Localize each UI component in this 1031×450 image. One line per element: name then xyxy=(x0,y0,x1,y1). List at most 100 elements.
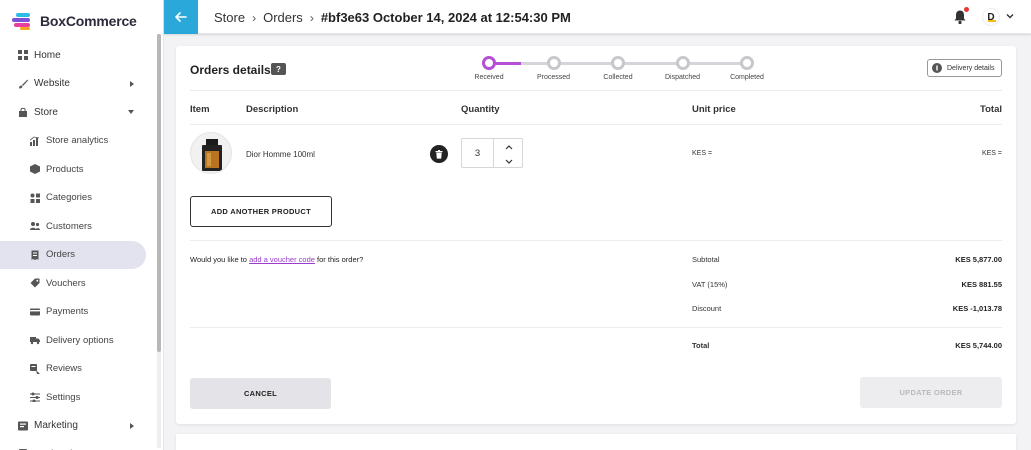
reviews-icon xyxy=(30,363,40,374)
step-completed-dot[interactable] xyxy=(740,56,754,70)
product-name: Dior Homme 100ml xyxy=(246,150,315,159)
delete-product-button[interactable] xyxy=(430,145,448,163)
vat-value: KES 881.55 xyxy=(961,280,1002,289)
sidebar-item-delivery-options[interactable]: Delivery options xyxy=(0,326,158,355)
divider xyxy=(190,327,1002,328)
caret-down-icon[interactable] xyxy=(128,110,134,114)
sidebar-scrollbar[interactable] xyxy=(157,34,161,448)
sidebar-item-orders[interactable]: Orders xyxy=(0,240,146,269)
sidebar-nav: Home Website Store Store analytics Products C… xyxy=(0,41,158,450)
app-root: BoxCommerce Home Website Store Store analyt… xyxy=(0,0,1031,450)
column-header-quantity: Quantity xyxy=(461,104,500,115)
delivery-details-button[interactable]: Delivery details xyxy=(927,59,1002,77)
sidebar-item-marketing[interactable]: Marketing xyxy=(0,412,158,441)
brush-icon xyxy=(18,79,28,89)
sidebar-scrollbar-thumb[interactable] xyxy=(157,34,161,352)
categories-icon xyxy=(30,193,40,203)
sidebar-item-label: Website xyxy=(34,78,70,90)
add-voucher-link[interactable]: add a voucher code xyxy=(249,255,315,264)
sidebar-item-label: Delivery options xyxy=(46,334,114,346)
cancel-button[interactable]: CANCEL xyxy=(190,378,331,409)
total-value: KES 5,744.00 xyxy=(955,341,1002,350)
brand-name: BoxCommerce xyxy=(40,13,137,29)
orders-icon xyxy=(30,250,40,260)
sidebar-item-store[interactable]: Store xyxy=(0,98,158,127)
update-order-button[interactable]: UPDATE ORDER xyxy=(860,377,1002,408)
chevron-down-icon[interactable] xyxy=(1006,12,1014,20)
sidebar-item-label: Products xyxy=(46,163,84,175)
sidebar: BoxCommerce Home Website Store Store analyt… xyxy=(0,0,164,450)
column-header-description: Description xyxy=(246,104,299,115)
sidebar-item-categories[interactable]: Categories xyxy=(0,184,158,213)
sidebar-item-settings[interactable]: Settings xyxy=(0,383,158,412)
sidebar-item-home[interactable]: Home xyxy=(0,41,158,70)
people-icon xyxy=(30,221,40,231)
arrow-left-icon xyxy=(175,12,187,22)
order-status-stepper: Received Processed Collected Dispatched Comp… xyxy=(466,54,764,86)
sidebar-item-label: Categories xyxy=(46,192,92,204)
boxcommerce-logo-icon xyxy=(10,11,36,31)
discount-value: KES -1,013.78 xyxy=(952,304,1002,313)
step-processed-label: Processed xyxy=(536,74,571,81)
chevron-right-icon: › xyxy=(252,10,257,25)
subtotal-value: KES 5,877.00 xyxy=(955,255,1002,264)
breadcrumb-store[interactable]: Store xyxy=(214,10,245,25)
sidebar-item-vouchers[interactable]: Vouchers xyxy=(0,269,158,298)
step-dispatched-label: Dispatched xyxy=(664,74,701,81)
stepper-connector xyxy=(618,62,683,65)
sidebar-item-website[interactable]: Website xyxy=(0,70,158,99)
sidebar-item-label: Payments xyxy=(46,306,89,318)
step-received-dot[interactable] xyxy=(482,56,496,70)
sidebar-item-customers[interactable]: Customers xyxy=(0,212,158,241)
divider xyxy=(190,240,1002,241)
sidebar-item-label: Customers xyxy=(46,220,92,232)
card-icon xyxy=(30,307,40,317)
back-button[interactable] xyxy=(164,0,198,34)
divider xyxy=(190,90,1002,91)
avatar[interactable]: D xyxy=(982,8,1000,26)
sidebar-item-marketplace[interactable]: Marketplace xyxy=(0,440,158,450)
chevron-up-icon xyxy=(505,144,513,149)
sidebar-item-label: Store analytics xyxy=(46,135,109,147)
help-icon[interactable]: ? xyxy=(271,63,286,75)
step-collected-dot[interactable] xyxy=(611,56,625,70)
add-another-product-button[interactable]: ADD ANOTHER PRODUCT xyxy=(190,196,332,227)
vat-label: VAT (15%) xyxy=(692,280,728,289)
avatar-stripe xyxy=(988,20,996,22)
breadcrumb: Store › Orders › #bf3e63 October 14, 202… xyxy=(214,10,571,25)
analytics-icon xyxy=(30,136,40,146)
column-header-item: Item xyxy=(190,104,210,115)
step-processed-dot[interactable] xyxy=(546,56,561,70)
caret-right-icon[interactable] xyxy=(130,80,134,87)
trash-icon xyxy=(435,149,443,159)
sidebar-item-products[interactable]: Products xyxy=(0,155,158,184)
caret-right-icon[interactable] xyxy=(130,422,134,429)
sidebar-item-label: Marketing xyxy=(34,420,78,432)
quantity-stepper xyxy=(461,138,523,168)
sidebar-item-label: Home xyxy=(34,49,61,61)
quantity-input[interactable] xyxy=(462,139,494,167)
divider xyxy=(190,124,1002,125)
sidebar-item-label: Reviews xyxy=(46,363,82,375)
discount-label: Discount xyxy=(692,304,722,313)
secondary-card xyxy=(176,434,1016,450)
card-title: Orders details xyxy=(190,63,271,77)
breadcrumb-orders[interactable]: Orders xyxy=(263,10,303,25)
column-header-total: Total xyxy=(980,104,1002,115)
store-icon xyxy=(18,107,28,118)
sidebar-item-reviews[interactable]: Reviews xyxy=(0,355,158,384)
quantity-increment-button[interactable] xyxy=(499,140,519,154)
sidebar-item-label: Vouchers xyxy=(46,277,86,289)
voucher-prompt: Would you like to add a voucher code for… xyxy=(190,255,363,264)
page-title: #bf3e63 October 14, 2024 at 12:54:30 PM xyxy=(320,10,571,25)
sidebar-item-label: Orders xyxy=(46,249,76,261)
sidebar-item-payments[interactable]: Payments xyxy=(0,298,158,327)
quantity-decrement-button[interactable] xyxy=(499,154,519,168)
sidebar-item-label: Store xyxy=(34,106,58,118)
step-dispatched-dot[interactable] xyxy=(675,56,690,70)
sidebar-item-store-analytics[interactable]: Store analytics xyxy=(0,127,158,156)
tag-icon xyxy=(30,278,40,288)
brand-logo[interactable]: BoxCommerce xyxy=(10,10,137,32)
stepper-connector xyxy=(553,62,618,65)
chevron-down-icon xyxy=(505,159,513,164)
